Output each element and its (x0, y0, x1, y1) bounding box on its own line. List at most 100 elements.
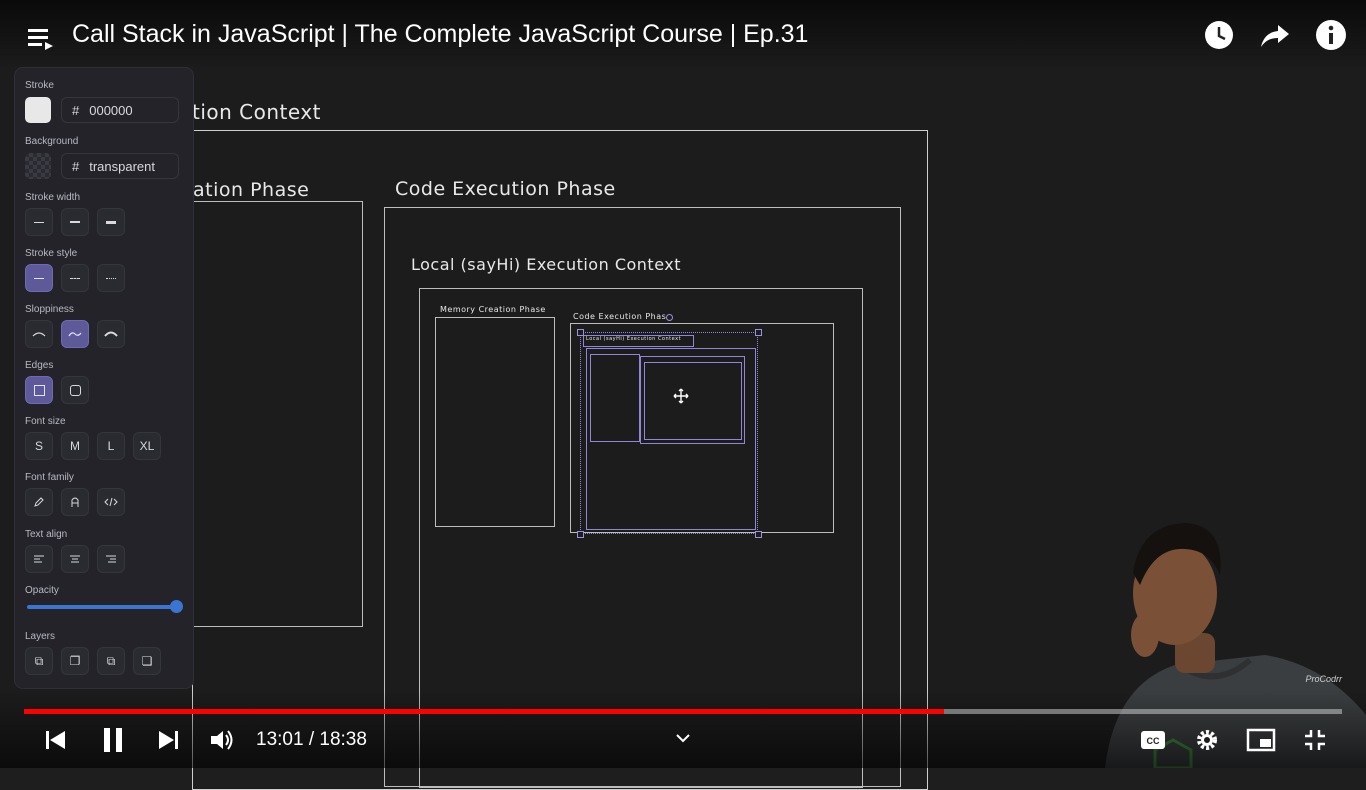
captions-button[interactable]: CC (1138, 726, 1168, 754)
channel-watermark: ProCodrr (1305, 674, 1342, 684)
text-align-left-button[interactable] (25, 545, 53, 573)
send-backward-icon: ❐ (69, 654, 81, 668)
share-button[interactable] (1258, 18, 1292, 52)
nested-code-inner (644, 362, 742, 440)
next-icon (159, 731, 178, 749)
background-swatch[interactable] (25, 153, 51, 179)
font-size-m-button[interactable]: M (61, 432, 89, 460)
sloppiness-cartoonist-button[interactable] (97, 320, 125, 348)
font-size-label: Font size (25, 416, 66, 427)
chevron-down-icon (676, 734, 690, 743)
stroke-width-label: Stroke width (25, 192, 81, 203)
align-left-icon (34, 555, 44, 563)
settings-button[interactable] (1192, 726, 1222, 754)
font-size-xl-button[interactable]: XL (133, 432, 161, 460)
video-title[interactable]: Call Stack in JavaScript | The Complete … (72, 20, 808, 49)
properties-panel: Stroke # 000000 Background # transparent… (15, 68, 193, 688)
stroke-style-solid-button[interactable] (25, 264, 53, 292)
stroke-style-dashed-button[interactable] (61, 264, 89, 292)
current-time: 13:01 (256, 729, 304, 750)
svg-text:CC: CC (1147, 736, 1160, 746)
opacity-slider-track[interactable] (27, 605, 177, 609)
font-family-hand-button[interactable] (25, 488, 53, 516)
sloppiness-label: Sloppiness (25, 304, 74, 315)
miniplayer-button[interactable] (1244, 726, 1278, 754)
align-center-icon (70, 555, 80, 563)
background-hash: # (72, 158, 80, 174)
send-backward-button[interactable]: ❐ (61, 647, 89, 675)
share-icon (1261, 25, 1289, 47)
rotate-handle[interactable] (666, 314, 673, 321)
bring-to-front-button[interactable]: ❏ (133, 647, 161, 675)
exit-fullscreen-icon (1305, 730, 1325, 750)
edges-sharp-button[interactable] (25, 376, 53, 404)
background-hex-value: transparent (89, 158, 155, 174)
inner-memory-heading: Memory Creation Phase (440, 305, 546, 314)
captions-icon: CC (1141, 731, 1165, 749)
volume-icon (211, 730, 233, 750)
expand-chevron-button[interactable] (672, 727, 694, 749)
pause-icon (104, 728, 122, 752)
watch-later-icon (1205, 21, 1233, 49)
text-align-label: Text align (25, 529, 68, 540)
stroke-swatch[interactable] (25, 97, 51, 123)
sloppiness-architect-button[interactable] (25, 320, 53, 348)
info-button[interactable] (1314, 18, 1348, 52)
info-icon (1316, 20, 1346, 50)
total-time: 18:38 (319, 729, 367, 750)
bring-to-front-icon: ❏ (141, 654, 153, 668)
watch-later-button[interactable] (1202, 18, 1236, 52)
progress-played (24, 709, 944, 714)
inner-memory-frame (435, 317, 555, 527)
inner-code-heading: Code Execution Phase (573, 312, 672, 321)
resize-handle-br[interactable] (755, 531, 762, 538)
pause-button[interactable] (98, 724, 128, 756)
stroke-width-thin-button[interactable] (25, 208, 53, 236)
previous-button[interactable] (40, 725, 70, 755)
video-top-bar: Call Stack in JavaScript | The Complete … (0, 0, 1366, 70)
resize-handle-tr[interactable] (755, 329, 762, 336)
stroke-style-label: Stroke style (25, 248, 78, 259)
resize-handle-bl[interactable] (577, 531, 584, 538)
text-align-right-button[interactable] (97, 545, 125, 573)
bring-forward-button[interactable]: ⧉ (97, 647, 125, 675)
sharp-edge-icon (33, 384, 45, 396)
layers-label: Layers (25, 631, 56, 642)
exit-fullscreen-button[interactable] (1300, 726, 1330, 754)
stroke-width-extra-bold-button[interactable] (97, 208, 125, 236)
time-display: 13:01 / 18:38 (256, 729, 367, 751)
stroke-label: Stroke (25, 80, 54, 91)
miniplayer-icon (1246, 728, 1276, 752)
artist-icon (68, 332, 82, 337)
font-size-l-button[interactable]: L (97, 432, 125, 460)
edges-round-button[interactable] (61, 376, 89, 404)
memory-phase-heading: ation Phase (193, 179, 310, 201)
background-hex-field[interactable]: # transparent (61, 153, 179, 179)
stroke-hash: # (72, 102, 80, 118)
opacity-slider-thumb[interactable] (170, 600, 183, 613)
memory-phase-frame (192, 201, 363, 627)
nested-label-box: Local (sayHi) Execution Context (583, 335, 694, 347)
font-family-normal-button[interactable] (61, 488, 89, 516)
font-size-s-button[interactable]: S (25, 432, 53, 460)
code-icon (104, 497, 118, 507)
align-right-icon (106, 555, 116, 563)
code-phase-heading: Code Execution Phase (395, 178, 616, 200)
global-context-heading: tion Context (192, 100, 322, 124)
send-to-back-icon: ⧉ (34, 653, 44, 668)
volume-button[interactable] (206, 725, 238, 755)
opacity-label: Opacity (25, 585, 59, 596)
time-separator: / (303, 729, 320, 750)
text-align-center-button[interactable] (61, 545, 89, 573)
playlist-icon[interactable] (26, 24, 54, 52)
stroke-hex-field[interactable]: # 000000 (61, 97, 179, 123)
previous-icon (46, 731, 65, 749)
next-button[interactable] (154, 725, 184, 755)
stroke-style-dotted-button[interactable] (97, 264, 125, 292)
send-to-back-button[interactable]: ⧉ (25, 647, 53, 675)
cartoonist-icon (104, 331, 118, 337)
local-context-heading: Local (sayHi) Execution Context (411, 255, 681, 274)
stroke-width-bold-button[interactable] (61, 208, 89, 236)
sloppiness-artist-button[interactable] (61, 320, 89, 348)
font-family-code-button[interactable] (97, 488, 125, 516)
